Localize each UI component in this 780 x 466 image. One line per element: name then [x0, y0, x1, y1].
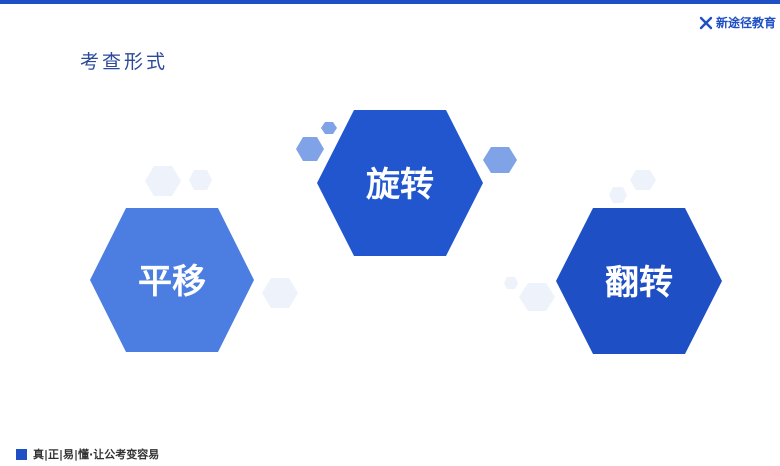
- decor-hexagon: [262, 278, 298, 308]
- footer-slogan: 真|正|易|懂·让公考变容易: [16, 446, 159, 462]
- hexagon-flip-label: 翻转: [605, 263, 673, 303]
- decor-hexagon: [483, 147, 517, 173]
- decor-hexagon: [189, 170, 212, 190]
- footer-square-icon: [16, 448, 27, 460]
- decor-hexagon: [504, 277, 518, 289]
- decor-hexagon: [609, 187, 627, 203]
- decor-hexagon: [145, 166, 181, 196]
- footer-slogan-text: 真|正|易|懂·让公考变容易: [33, 448, 160, 461]
- hexagon-diagram: 平移 旋转 翻转: [90, 110, 722, 354]
- decor-hexagon: [296, 137, 324, 161]
- decor-hexagon: [321, 122, 337, 134]
- decor-hexagon: [630, 170, 656, 190]
- hexagon-rotate-label: 旋转: [366, 165, 434, 205]
- decor-hexagon: [519, 283, 555, 311]
- hexagon-translate-label: 平移: [138, 262, 206, 302]
